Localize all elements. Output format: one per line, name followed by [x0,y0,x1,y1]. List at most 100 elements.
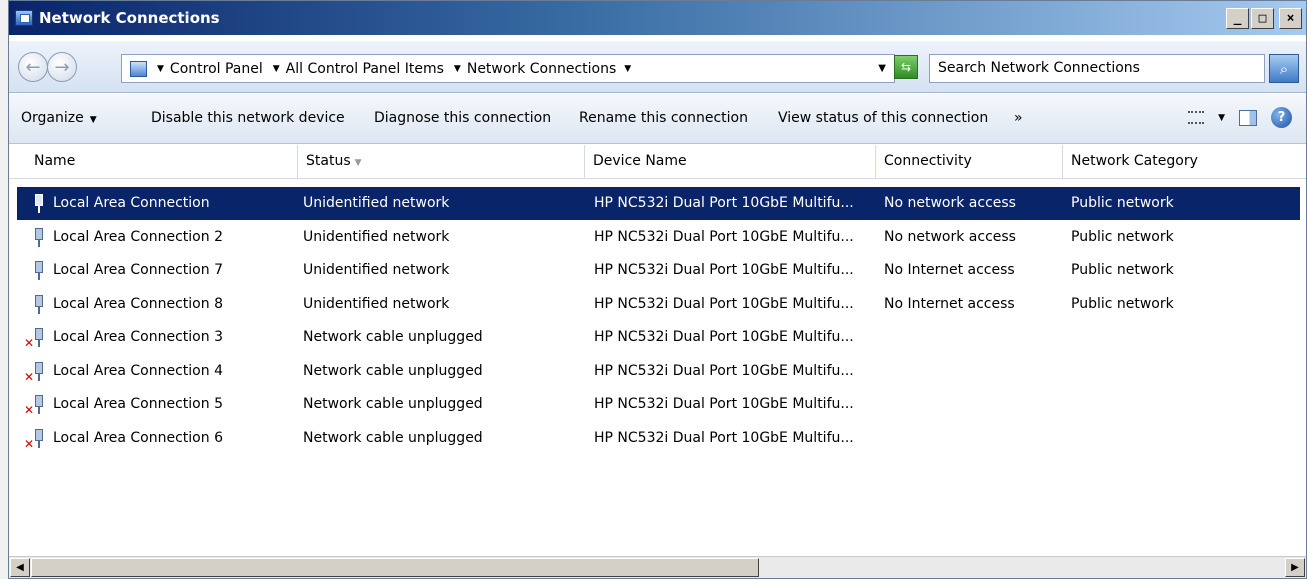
connection-name: Local Area Connection 7 [53,262,223,278]
connection-row[interactable]: ✕ Local Area Connection 3 Network cable un… [17,321,1300,354]
connection-device: HP NC532i Dual Port 10GbE Multifu... [594,429,854,446]
column-header-network-category[interactable]: Network Category [1063,145,1307,178]
connection-row[interactable]: ✕ Local Area Connection 6 Network cable un… [17,422,1300,455]
connection-row[interactable]: ✕ Local Area Connection 4 Network cable un… [17,355,1300,388]
connection-device: HP NC532i Dual Port 10GbE Multifu... [594,295,854,312]
column-header-device-name[interactable]: Device Name [585,145,876,178]
change-view-icon[interactable] [1188,111,1205,124]
network-adapter-icon [33,328,45,347]
breadcrumb-label: Network Connections [466,60,617,77]
scroll-right-icon: ▶ [1291,562,1299,573]
search-button[interactable]: ⌕ [1269,54,1299,83]
network-adapter-icon [33,227,45,247]
address-history-dropdown[interactable]: ▼ [878,63,886,74]
connection-row[interactable]: Local Area Connection 7 Unidentified netw… [17,254,1300,287]
breadcrumb-label: All Control Panel Items [285,60,444,77]
connection-category: Public network [1071,228,1174,245]
diagnose-connection-button[interactable]: Diagnose this connection [374,110,551,126]
unplugged-x-icon: ✕ [24,336,35,350]
chevron-down-icon[interactable]: ▼ [273,64,280,74]
network-adapter-icon [33,395,45,414]
connection-connectivity: No network access [884,195,1016,211]
chevron-down-icon[interactable]: ▼ [1218,113,1225,123]
window-title: Network Connections [39,9,220,27]
connection-device: HP NC532i Dual Port 10GbE Multifu... [594,262,854,278]
breadcrumb-network-connections[interactable]: ▼ Network Connections ▼ [454,61,637,77]
chevron-down-icon: ▼ [89,115,97,125]
connection-category: Public network [1071,262,1174,278]
connection-device: HP NC532i Dual Port 10GbE Multifu... [594,329,854,345]
connection-status: Network cable unplugged [303,329,483,345]
connection-row[interactable]: Local Area Connection 8 Unidentified netw… [17,288,1300,321]
breadcrumb[interactable]: ▼ Control Panel ▼ All Control Panel Item… [121,54,895,83]
network-adapter-icon [33,428,45,448]
connection-connectivity: No Internet access [884,262,1015,278]
connection-connectivity: No Internet access [884,295,1015,312]
network-adapter-icon [33,361,45,381]
help-icon[interactable]: ? [1271,107,1292,128]
chevron-down-icon[interactable]: ▼ [624,64,631,74]
search-input[interactable]: Search Network Connections [929,54,1265,83]
horizontal-scrollbar[interactable]: ◀ ▶ [9,556,1306,578]
network-adapter-icon [33,294,45,314]
connection-name: Local Area Connection 8 [53,295,223,312]
command-bar: Organize ▼ Disable this network device Di… [9,94,1306,144]
column-header-connectivity[interactable]: Connectivity [876,145,1063,178]
connection-row[interactable]: ✕ Local Area Connection 5 Network cable un… [17,388,1300,421]
title-bar[interactable]: Network Connections _ □ × [9,1,1306,35]
connection-row[interactable]: Local Area Connection Unidentified networ… [17,187,1300,220]
back-button[interactable]: ← [18,52,48,82]
connection-name: Local Area Connection 6 [53,429,223,446]
control-panel-icon [130,60,147,77]
column-header-name[interactable]: Name [26,145,298,178]
column-header-row: Name Status ▼ Device Name Connectivity Ne… [9,145,1306,179]
connection-name: Local Area Connection 3 [53,329,223,345]
unplugged-x-icon: ✕ [24,436,35,451]
address-bar: ← → ▼ Control Panel ▼ All Control Panel … [9,41,1306,93]
unplugged-x-icon: ✕ [24,369,35,384]
refresh-button[interactable]: ⇆ [894,55,918,79]
window-controls: _ □ × [1226,8,1302,29]
organize-label: Organize [21,110,84,126]
chevron-down-icon: ▼ [157,63,164,74]
scroll-right-button[interactable]: ▶ [1285,558,1305,577]
network-adapter-icon [33,261,45,280]
connection-device: HP NC532i Dual Port 10GbE Multifu... [594,396,854,412]
preview-pane-icon[interactable] [1239,109,1257,126]
organize-button[interactable]: Organize ▼ [21,110,97,126]
forward-arrow-icon: → [54,56,70,78]
network-connections-icon [15,10,33,26]
connection-status: Network cable unplugged [303,396,483,412]
connection-device: HP NC532i Dual Port 10GbE Multifu... [594,362,854,379]
column-header-status[interactable]: Status ▼ [298,145,585,178]
scrollbar-thumb[interactable] [31,558,759,577]
breadcrumb-all-items[interactable]: ▼ All Control Panel Items [273,61,444,77]
view-status-button[interactable]: View status of this connection [778,110,988,126]
disable-device-button[interactable]: Disable this network device [151,110,345,126]
minimize-button[interactable]: _ [1226,8,1249,29]
connection-status: Unidentified network [303,228,450,245]
connection-device: HP NC532i Dual Port 10GbE Multifu... [594,228,854,245]
search-icon: ⌕ [1279,59,1289,78]
back-arrow-icon: ← [25,56,41,78]
connection-name: Local Area Connection 4 [53,362,223,379]
forward-button[interactable]: → [47,52,77,82]
breadcrumb-separator[interactable]: ▼ [157,64,170,74]
scroll-left-icon: ◀ [16,562,24,573]
refresh-icon: ⇆ [900,60,912,74]
chevron-down-icon[interactable]: ▼ [454,64,461,74]
more-commands-button[interactable]: » [1014,110,1023,126]
connection-category: Public network [1071,295,1174,312]
connection-row[interactable]: Local Area Connection 2 Unidentified netw… [17,221,1300,254]
rename-connection-button[interactable]: Rename this connection [579,110,748,126]
close-button[interactable]: × [1279,8,1302,29]
column-header-label: Status [306,153,351,169]
connection-device: HP NC532i Dual Port 10GbE Multifu... [594,195,854,211]
scroll-left-button[interactable]: ◀ [10,558,30,577]
connection-status: Unidentified network [303,262,450,278]
maximize-button[interactable]: □ [1251,8,1274,29]
unplugged-x-icon: ✕ [24,403,35,417]
connection-status: Unidentified network [303,295,450,312]
breadcrumb-control-panel[interactable]: Control Panel [170,61,263,77]
connection-name: Local Area Connection 5 [53,396,223,412]
